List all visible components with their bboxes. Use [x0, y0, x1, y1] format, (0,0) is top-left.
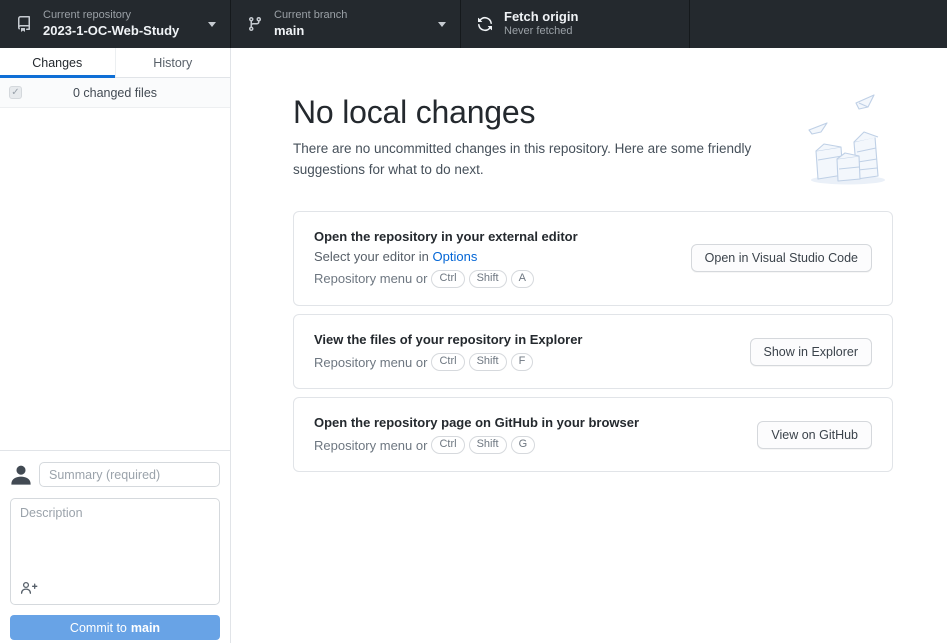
- person-plus-icon: [20, 581, 38, 594]
- view-on-github-button[interactable]: View on GitHub: [757, 420, 872, 449]
- shortcut-hint: Repository menu or Ctrl Shift F: [314, 353, 583, 372]
- summary-input[interactable]: [39, 462, 220, 487]
- sync-icon: [478, 17, 492, 31]
- add-coauthor-button[interactable]: [19, 580, 39, 598]
- commit-button-branch: main: [130, 620, 161, 635]
- current-branch-label: Current branch: [274, 9, 348, 21]
- card-title: View the files of your repository in Exp…: [314, 332, 583, 348]
- toolbar-filler: [690, 0, 947, 48]
- repo-icon: [17, 16, 30, 32]
- card-title: Open the repository page on GitHub in yo…: [314, 415, 640, 431]
- key-shift: Shift: [468, 436, 507, 455]
- description-box: [10, 498, 220, 605]
- suggestion-cards: Open the repository in your external edi…: [293, 210, 893, 473]
- card-subtitle-text: Select your editor in: [314, 248, 433, 264]
- select-all-checkbox[interactable]: ✓: [9, 86, 22, 99]
- options-link[interactable]: Options: [433, 249, 478, 264]
- current-repository-button[interactable]: Current repository 2023-1-OC-Web-Study: [0, 0, 231, 48]
- commit-form: Commit to main: [0, 450, 230, 643]
- card-open-external-editor: Open the repository in your external edi…: [293, 210, 893, 307]
- key-shift: Shift: [468, 269, 507, 289]
- changed-files-count: 0 changed files: [72, 85, 158, 100]
- shortcut-prefix: Repository menu or: [314, 271, 428, 287]
- chevron-down-icon: [438, 21, 446, 27]
- chevron-down-icon: [208, 21, 216, 27]
- card-view-on-github: Open the repository page on GitHub in yo…: [293, 397, 893, 473]
- fetch-origin-button[interactable]: Fetch origin Never fetched: [461, 0, 690, 48]
- open-in-vscode-button[interactable]: Open in Visual Studio Code: [690, 244, 872, 273]
- key-ctrl: Ctrl: [431, 269, 465, 289]
- key-shift: Shift: [468, 353, 507, 372]
- fetch-origin-subtitle: Never fetched: [504, 25, 573, 38]
- current-branch-button[interactable]: Current branch main: [231, 0, 461, 48]
- key-letter: A: [510, 269, 534, 289]
- sidebar: Changes History ✓ 0 changed files Summar…: [0, 48, 231, 643]
- fetch-origin-title: Fetch origin: [504, 9, 579, 24]
- key-ctrl: Ctrl: [431, 436, 465, 455]
- changed-files-row: ✓ 0 changed files: [0, 78, 230, 108]
- shortcut-hint: Repository menu or Ctrl Shift A: [314, 269, 578, 289]
- crumpled-paper-illustration: [808, 94, 885, 185]
- description-input[interactable]: [11, 499, 219, 577]
- card-subtitle: Select your editor in Options: [314, 249, 578, 264]
- commit-button[interactable]: Commit to main: [10, 615, 220, 640]
- current-repository-value: 2023-1-OC-Web-Study: [43, 22, 180, 38]
- key-letter: F: [510, 353, 534, 372]
- page-subtitle: There are no uncommitted changes in this…: [293, 141, 752, 177]
- avatar-icon: [11, 465, 31, 485]
- card-show-in-explorer: View the files of your repository in Exp…: [293, 314, 893, 390]
- commit-button-prefix: Commit to: [69, 620, 127, 635]
- show-in-explorer-button[interactable]: Show in Explorer: [749, 337, 872, 366]
- changes-list-empty: [0, 108, 230, 450]
- card-title: Open the repository in your external edi…: [314, 228, 578, 244]
- git-branch-icon: [248, 17, 261, 32]
- main-content: No local changes There are no uncommitte…: [231, 48, 947, 643]
- key-letter: G: [510, 436, 536, 455]
- toolbar: Current repository 2023-1-OC-Web-Study C…: [0, 0, 947, 48]
- tab-history[interactable]: History: [114, 48, 230, 77]
- sidebar-tabs: Changes History: [0, 48, 230, 78]
- shortcut-prefix: Repository menu or: [314, 437, 428, 453]
- current-branch-value: main: [274, 22, 305, 38]
- shortcut-prefix: Repository menu or: [314, 354, 428, 370]
- key-ctrl: Ctrl: [431, 353, 465, 372]
- current-repository-label: Current repository: [43, 9, 132, 21]
- tab-changes[interactable]: Changes: [0, 48, 115, 78]
- no-changes-blankslate: No local changes There are no uncommitte…: [231, 48, 947, 473]
- shortcut-hint: Repository menu or Ctrl Shift G: [314, 436, 639, 455]
